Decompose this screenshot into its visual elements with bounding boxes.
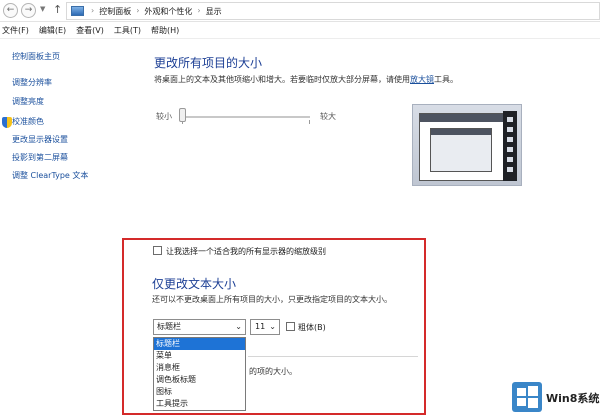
size-slider-thumb[interactable] xyxy=(179,108,186,122)
page-title: 更改所有项目的大小 xyxy=(154,56,263,70)
dropdown-option-menu[interactable]: 菜单 xyxy=(154,350,245,362)
up-arrow-icon[interactable]: ↑ xyxy=(53,3,62,16)
menu-bar: 文件(F) 编辑(E) 查看(V) 工具(T) 帮助(H) xyxy=(0,23,600,39)
item-dropdown-list: 标题栏 菜单 消息框 调色板标题 图标 工具提示 xyxy=(153,337,246,411)
breadcrumb-separator-icon: › xyxy=(136,6,140,15)
preview-window xyxy=(419,113,509,181)
dropdown-option-palette-title[interactable]: 调色板标题 xyxy=(154,374,245,386)
sidebar-item-cleartype[interactable]: 调整 ClearType 文本 xyxy=(12,170,88,181)
chevron-down-icon: ⌄ xyxy=(235,322,242,331)
sidebar-item-brightness[interactable]: 调整亮度 xyxy=(12,96,44,107)
dropdown-option-message-box[interactable]: 消息框 xyxy=(154,362,245,374)
dropdown-option-title-bar[interactable]: 标题栏 xyxy=(154,338,245,350)
breadcrumb-separator-icon: › xyxy=(91,6,95,15)
dropdown-option-icon[interactable]: 图标 xyxy=(154,386,245,398)
size-description: 将桌面上的文本及其他项缩小和增大。若要临时仅放大部分屏幕，请使用放大镜工具。 xyxy=(154,74,458,85)
item-select[interactable]: 标题栏 ⌄ xyxy=(153,319,246,335)
bold-label: 粗体(B) xyxy=(298,323,326,332)
text-size-description: 还可以不更改桌面上所有项目的大小，只更改指定项目的文本大小。 xyxy=(152,295,392,304)
sidebar-item-resolution[interactable]: 调整分辨率 xyxy=(12,77,52,88)
text-size-title: 仅更改文本大小 xyxy=(152,277,237,291)
scale-level-checkbox[interactable] xyxy=(153,246,162,255)
breadcrumb: › 控制面板 › 外观和个性化 › 显示 xyxy=(91,6,222,17)
address-bar: ← → ▼ ↑ › 控制面板 › 外观和个性化 › 显示 xyxy=(0,0,600,22)
breadcrumb-separator-icon: › xyxy=(197,6,201,15)
breadcrumb-appearance[interactable]: 外观和个性化 xyxy=(144,6,192,17)
menu-help[interactable]: 帮助(H) xyxy=(151,23,179,38)
preview-taskbar xyxy=(503,111,517,181)
chevron-down-icon: ⌄ xyxy=(269,322,276,331)
address-field[interactable]: › 控制面板 › 外观和个性化 › 显示 xyxy=(66,2,600,20)
partial-text: 的项的大小。 xyxy=(249,367,297,376)
recent-locations-chevron-icon[interactable]: ▼ xyxy=(40,5,45,13)
magnifier-link[interactable]: 放大镜 xyxy=(410,75,434,84)
breadcrumb-display[interactable]: 显示 xyxy=(206,6,222,17)
scale-level-label: 让我选择一个适合我的所有显示器的缩放级别 xyxy=(166,247,326,256)
divider xyxy=(248,356,418,357)
back-arrow-icon[interactable]: ← xyxy=(3,3,18,18)
bold-checkbox[interactable] xyxy=(286,322,295,331)
slider-min-label: 较小 xyxy=(156,112,172,121)
display-preview-image xyxy=(412,104,522,186)
size-slider-track[interactable] xyxy=(182,116,310,118)
dropdown-option-tooltip[interactable]: 工具提示 xyxy=(154,398,245,410)
shield-icon xyxy=(2,117,12,128)
description-tail: 工具。 xyxy=(434,75,458,84)
menu-tools[interactable]: 工具(T) xyxy=(114,23,141,38)
item-select-value: 标题栏 xyxy=(157,322,181,331)
menu-file[interactable]: 文件(F) xyxy=(2,23,29,38)
menu-edit[interactable]: 编辑(E) xyxy=(39,23,66,38)
slider-ticks xyxy=(182,120,310,124)
control-panel-icon xyxy=(71,6,84,16)
sidebar-item-project[interactable]: 投影到第二屏幕 xyxy=(12,152,68,163)
sidebar-item-display-settings[interactable]: 更改显示器设置 xyxy=(12,134,68,145)
watermark-text: Win8系统之家 xyxy=(546,392,600,405)
sidebar-item-calibrate-color[interactable]: 校准颜色 xyxy=(12,116,44,127)
menu-view[interactable]: 查看(V) xyxy=(76,23,104,38)
windows-logo-icon xyxy=(512,382,542,412)
slider-max-label: 较大 xyxy=(320,112,336,121)
font-size-select[interactable]: 11 ⌄ xyxy=(250,319,280,335)
sidebar-home-link[interactable]: 控制面板主页 xyxy=(12,51,60,62)
description-text: 将桌面上的文本及其他项缩小和增大。若要临时仅放大部分屏幕，请使用 xyxy=(154,75,410,84)
forward-arrow-icon[interactable]: → xyxy=(21,3,36,18)
breadcrumb-control-panel[interactable]: 控制面板 xyxy=(99,6,131,17)
font-size-value: 11 xyxy=(255,322,266,331)
